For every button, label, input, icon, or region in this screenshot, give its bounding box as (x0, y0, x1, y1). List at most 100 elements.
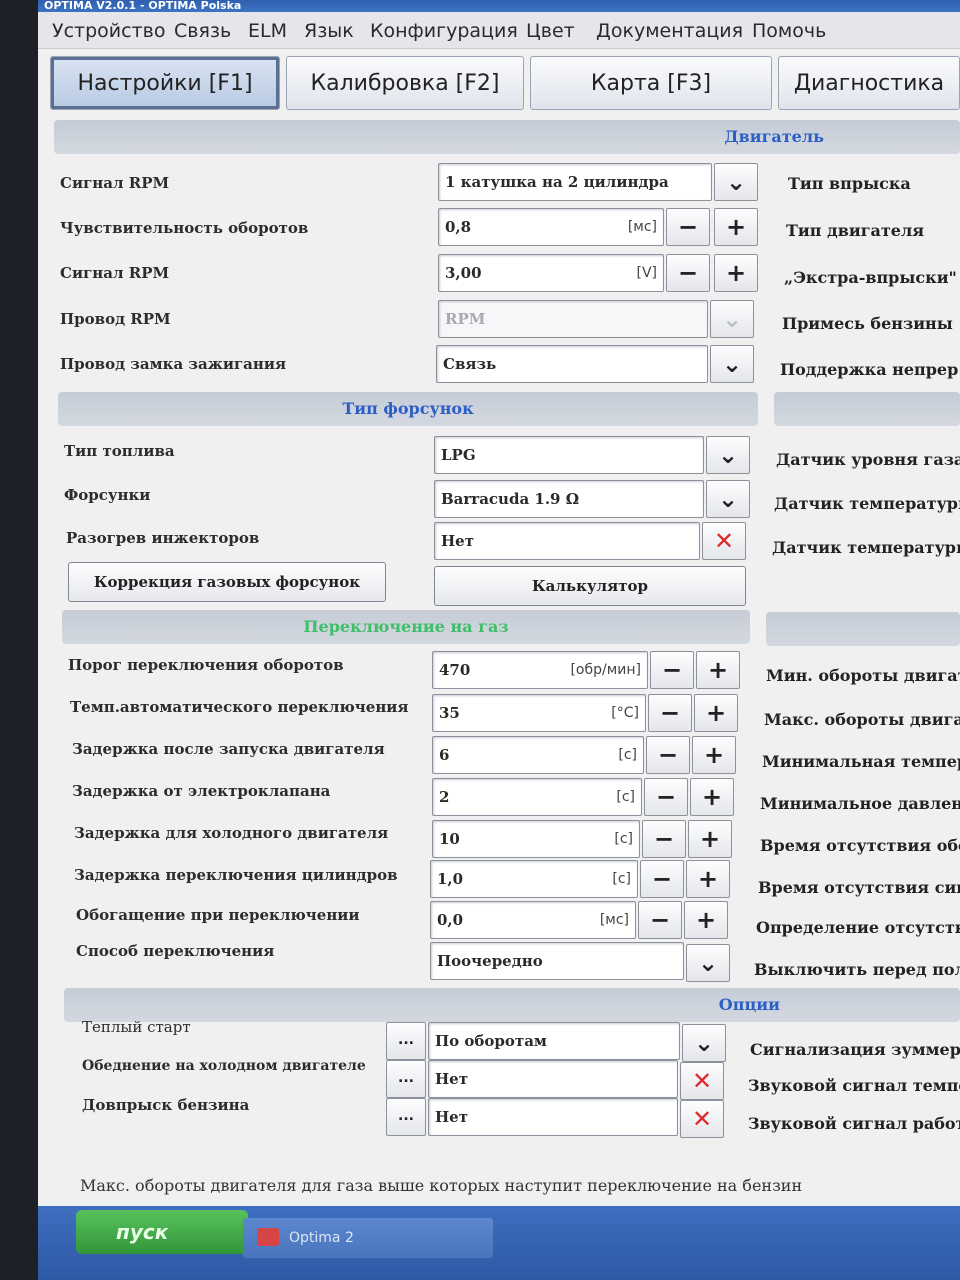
tab-calibration[interactable]: Калибровка [F2] (286, 56, 524, 110)
rpm-voltage-minus-button[interactable]: − (666, 254, 710, 292)
ignition-wire-field[interactable]: Связь (436, 345, 708, 383)
petrol-injection-field[interactable]: Нет (428, 1098, 678, 1136)
chevron-down-icon: ⌄ (693, 1029, 715, 1057)
enrichment-field[interactable]: 0,0 [мс] (430, 901, 636, 939)
ignition-wire-dropdown-button[interactable]: ⌄ (710, 345, 754, 383)
injector-heating-close-button[interactable]: ✕ (702, 522, 746, 560)
valve-delay-minus-button[interactable]: − (644, 778, 688, 816)
chevron-down-icon: ⌄ (721, 305, 743, 333)
tab-map[interactable]: Карта [F3] (530, 56, 772, 110)
enrichment-minus-button[interactable]: − (638, 901, 682, 939)
switch-rpm-threshold-minus-button[interactable]: − (650, 651, 694, 689)
menu-color[interactable]: Цвет (526, 20, 575, 42)
cold-lean-close-button[interactable]: ✕ (680, 1062, 724, 1100)
section-switching: Переключение на газ (62, 610, 750, 644)
close-icon: ✕ (713, 527, 735, 555)
switch-method-field[interactable]: Поочередно (430, 942, 684, 980)
injectors-field[interactable]: Barracuda 1.9 Ω (434, 480, 704, 518)
tab-settings[interactable]: Настройки [F1] (50, 56, 280, 110)
switch-right-label: Определение отсутстви (756, 918, 960, 937)
menu-device[interactable]: Устройство (52, 20, 165, 42)
start-delay-minus-button[interactable]: − (646, 736, 690, 774)
switch-method-dropdown-button[interactable]: ⌄ (686, 944, 730, 982)
petrol-injection-close-button[interactable]: ✕ (680, 1100, 724, 1138)
plus-icon: + (725, 213, 747, 241)
warm-start-dropdown-button[interactable]: ⌄ (682, 1024, 726, 1062)
menu-help[interactable]: Помочь (752, 20, 826, 42)
switch-row-label: Обогащение при переключении (76, 906, 360, 924)
switch-temperature-minus-button[interactable]: − (648, 694, 692, 732)
start-button[interactable]: пуск (76, 1210, 248, 1254)
menu-configuration[interactable]: Конфигурация (370, 20, 518, 42)
valve-delay-field[interactable]: 2 [с] (432, 778, 642, 816)
injector-row-label: Форсунки (64, 486, 151, 504)
close-icon: ✕ (691, 1067, 713, 1095)
plus-icon: + (703, 741, 725, 769)
cylinder-switch-delay-plus-button[interactable]: + (686, 860, 730, 898)
rpm-voltage-plus-button[interactable]: + (714, 254, 758, 292)
injector-correction-button[interactable]: Коррекция газовых форсунок (68, 562, 386, 602)
window-title: OPTIMA V2.0.1 - OPTIMA Polska (38, 0, 960, 12)
rpm-wire-dropdown-button: ⌄ (710, 300, 754, 338)
start-delay-field[interactable]: 6 [с] (432, 736, 644, 774)
start-delay-plus-button[interactable]: + (692, 736, 736, 774)
rpm-voltage-field[interactable]: 3,00 [V] (438, 254, 664, 292)
rpm-sensitivity-field[interactable]: 0,8 [мс] (438, 208, 664, 246)
valve-delay-plus-button[interactable]: + (690, 778, 734, 816)
minus-icon: − (657, 741, 679, 769)
warm-start-field[interactable]: По оборотам (428, 1022, 680, 1060)
switch-temperature-field[interactable]: 35 [°C] (432, 694, 646, 732)
cold-engine-delay-field[interactable]: 10 [с] (432, 820, 640, 858)
rpm-signal-field[interactable]: 1 катушка на 2 цилиндра (438, 163, 712, 201)
engine-right-label: Поддержка непрер (780, 360, 959, 379)
section-switching-right (766, 612, 960, 646)
switch-right-label: Время отсутствия обор (760, 836, 960, 855)
cold-lean-field[interactable]: Нет (428, 1060, 678, 1098)
engine-row-label: Сигнал RPM (60, 264, 170, 282)
cylinder-switch-delay-minus-button[interactable]: − (640, 860, 684, 898)
rpm-sensitivity-plus-button[interactable]: + (714, 208, 758, 246)
plus-icon: + (707, 656, 729, 684)
menu-documentation[interactable]: Документация (596, 20, 743, 42)
plus-icon: + (699, 825, 721, 853)
switch-row-label: Способ переключения (76, 942, 275, 960)
taskbar-item-optima[interactable]: Optima 2 (243, 1218, 493, 1258)
injectors-dropdown-button[interactable]: ⌄ (706, 480, 750, 518)
rpm-sensitivity-minus-button[interactable]: − (666, 208, 710, 246)
injector-right-label: Датчик уровня газа (776, 450, 960, 469)
switch-right-label: Минимальная темпера (762, 752, 960, 771)
switch-rpm-threshold-field[interactable]: 470 [обр/мин] (432, 651, 648, 689)
chevron-down-icon: ⌄ (717, 441, 739, 469)
minus-icon: − (655, 783, 677, 811)
close-icon: ✕ (691, 1105, 713, 1133)
rpm-signal-dropdown-button[interactable]: ⌄ (714, 163, 758, 201)
engine-right-label: Тип впрыска (788, 174, 911, 193)
tab-diagnostics[interactable]: Диагностика (778, 56, 960, 110)
menu-elm[interactable]: ELM (248, 20, 287, 42)
engine-row-label: Провод замка зажигания (60, 355, 287, 373)
injector-heating-field[interactable]: Нет (434, 522, 700, 560)
engine-row-label: Сигнал RPM (60, 174, 170, 192)
cylinder-switch-delay-field[interactable]: 1,0 [с] (430, 860, 638, 898)
cold-lean-dots-button[interactable]: ... (386, 1060, 426, 1098)
menu-connection[interactable]: Связь (174, 20, 231, 42)
enrichment-plus-button[interactable]: + (684, 901, 728, 939)
switch-right-label: Макс. обороты двигат (764, 710, 960, 729)
chevron-down-icon: ⌄ (721, 350, 743, 378)
cold-engine-delay-plus-button[interactable]: + (688, 820, 732, 858)
calculator-button[interactable]: Калькулятор (434, 566, 746, 606)
switch-temperature-plus-button[interactable]: + (694, 694, 738, 732)
cold-engine-delay-minus-button[interactable]: − (642, 820, 686, 858)
option-right-label: Звуковой сигнал темпера (748, 1076, 960, 1095)
option-row-label: Обеднение на холодном двигателе (82, 1058, 366, 1074)
fuel-type-field[interactable]: LPG (434, 436, 704, 474)
menu-language[interactable]: Язык (304, 20, 354, 42)
petrol-injection-dots-button[interactable]: ... (386, 1098, 426, 1136)
engine-row-label: Провод RPM (60, 310, 171, 328)
plus-icon: + (701, 783, 723, 811)
rpm-wire-field: RPM (438, 300, 708, 338)
switch-rpm-threshold-plus-button[interactable]: + (696, 651, 740, 689)
switch-row-label: Задержка от электроклапана (72, 782, 331, 800)
fuel-type-dropdown-button[interactable]: ⌄ (706, 436, 750, 474)
warm-start-dots-button[interactable]: ... (386, 1022, 426, 1060)
